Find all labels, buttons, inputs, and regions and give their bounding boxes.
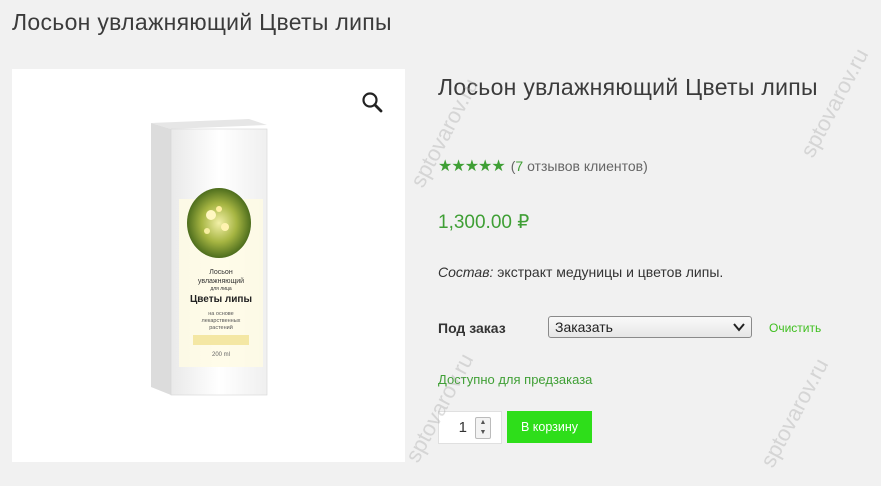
magnifier-icon[interactable] — [361, 91, 383, 113]
page-title: Лосьон увлажняющий Цветы липы — [12, 9, 392, 35]
box-text: Лосьон — [209, 269, 233, 276]
clear-link[interactable]: Очистить — [769, 321, 821, 335]
variation-select-value[interactable]: Заказать — [549, 319, 730, 335]
watermark: sptovarov.ru — [795, 44, 874, 162]
description-label: Состав: — [438, 264, 494, 280]
product-price: 1,300.00 ₽ — [438, 212, 530, 233]
box-text: увлажняющий — [198, 277, 244, 285]
add-to-cart-button[interactable]: В корзину — [507, 411, 592, 443]
rating-row: ★★★★★ (7 отзывов клиентов) — [438, 156, 648, 176]
watermark: sptovarov.ru — [400, 349, 479, 467]
quantity-stepper[interactable]: ▲ ▼ — [475, 416, 491, 439]
availability-status: Доступно для предзаказа — [438, 372, 593, 387]
description-text: экстракт медуницы и цветов липы. — [493, 264, 724, 280]
box-text: Цветы липы — [190, 294, 252, 305]
quantity-input[interactable]: 1 ▲ ▼ — [438, 411, 502, 444]
stepper-up-icon[interactable]: ▲ — [476, 418, 490, 428]
box-text: на основе — [208, 311, 233, 317]
variation-select[interactable]: Заказать — [548, 316, 752, 338]
watermark: sptovarov.ru — [755, 354, 834, 472]
reviews-link[interactable]: (7 отзывов клиентов) — [511, 158, 648, 174]
box-text: растений — [209, 324, 233, 331]
product-title: Лосьон увлажняющий Цветы липы — [438, 74, 818, 100]
box-text: 200 ml — [212, 352, 230, 358]
chevron-down-icon[interactable] — [730, 318, 748, 336]
product-description: Состав: экстракт медуницы и цветов липы. — [438, 264, 723, 280]
box-text: для лица — [210, 286, 232, 292]
quantity-value[interactable]: 1 — [459, 419, 467, 436]
box-text: лекарственных — [202, 318, 241, 324]
product-image: Лосьон увлажняющий для лица Цветы липы н… — [151, 119, 268, 396]
variation-label: Под заказ — [438, 320, 506, 336]
star-rating-icon: ★★★★★ — [438, 158, 506, 175]
stepper-down-icon[interactable]: ▼ — [476, 428, 490, 438]
product-gallery[interactable]: Лосьон увлажняющий для лица Цветы липы н… — [12, 69, 405, 462]
